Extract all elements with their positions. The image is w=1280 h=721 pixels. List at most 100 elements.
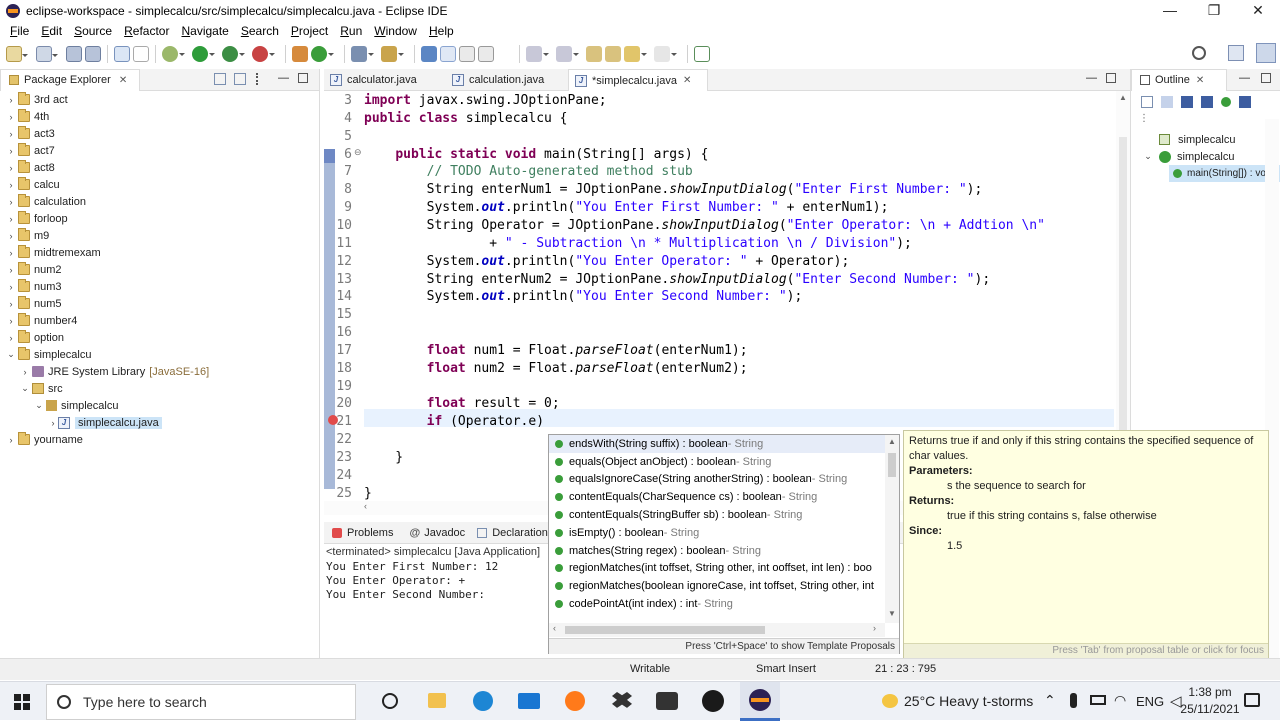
view-menu-icon[interactable]: ⋮ <box>1131 113 1280 131</box>
tree-item[interactable]: › midtremexam <box>0 244 319 261</box>
tree-item[interactable]: ⌄ src <box>0 380 319 397</box>
hide-nonpublic-icon[interactable] <box>1221 97 1231 107</box>
obs-icon[interactable] <box>702 690 724 712</box>
hide-static-icon[interactable] <box>1201 96 1213 108</box>
terminal-icon[interactable] <box>114 46 130 62</box>
taskbar-search-box[interactable]: Type here to search <box>46 684 356 720</box>
search-icon[interactable] <box>1192 46 1206 60</box>
menu-window[interactable]: Window <box>374 24 417 38</box>
battery-icon[interactable] <box>1090 695 1106 705</box>
code-line[interactable]: 19 <box>324 378 1114 396</box>
dropbox-icon[interactable] <box>612 692 632 708</box>
expand-arrow-icon[interactable]: › <box>6 435 16 445</box>
run-icon[interactable] <box>192 46 215 62</box>
code-line[interactable]: 12 System.out.println("You Enter Operato… <box>324 253 1114 271</box>
tree-item[interactable]: › num5 <box>0 295 319 312</box>
expand-arrow-icon[interactable]: ⌄ <box>1143 151 1153 162</box>
new-icon[interactable] <box>6 46 28 62</box>
microphone-icon[interactable] <box>1070 693 1077 708</box>
collapse-all-icon[interactable] <box>214 73 226 85</box>
maximize-view-icon[interactable] <box>298 73 308 83</box>
menu-project[interactable]: Project <box>291 24 328 38</box>
tree-item[interactable]: › act8 <box>0 159 319 176</box>
chevron-up-icon[interactable]: ⌃ <box>1044 692 1056 709</box>
proposal-item[interactable]: regionMatches(int toffset, String other,… <box>549 560 885 578</box>
code-line[interactable]: 21 if (Operator.e) <box>324 413 1114 431</box>
clock-date[interactable]: 25/11/2021 <box>1176 702 1244 716</box>
expand-arrow-icon[interactable]: › <box>6 163 16 173</box>
hide-fields-icon[interactable] <box>1181 96 1193 108</box>
tab-calculator[interactable]: J calculator.java <box>324 69 444 91</box>
tab-simplecalcu[interactable]: J *simplecalcu.java ✕ <box>568 69 708 91</box>
scroll-right-icon[interactable]: › <box>873 623 876 633</box>
toggle-mark-icon[interactable] <box>421 46 437 62</box>
maximize-view-icon[interactable] <box>1261 73 1271 83</box>
code-line[interactable]: 13 String enterNum2 = JOptionPane.showIn… <box>324 271 1114 289</box>
proposal-item[interactable]: contentEquals(CharSequence cs) : boolean… <box>549 488 885 506</box>
close-tab-icon[interactable]: ✕ <box>683 75 691 86</box>
menu-source[interactable]: Source <box>74 24 112 38</box>
maximize-editor-icon[interactable] <box>1106 73 1116 83</box>
scroll-thumb[interactable] <box>565 626 765 634</box>
package-explorer-tab[interactable]: Package Explorer ✕ <box>0 68 140 91</box>
clock-time[interactable]: 1:38 pm <box>1180 685 1240 699</box>
expand-arrow-icon[interactable]: › <box>48 418 58 428</box>
weather-icon[interactable] <box>882 694 898 708</box>
proposal-item[interactable]: equals(Object anObject) : boolean - Stri… <box>549 453 885 471</box>
outline-item-class[interactable]: ⌄ simplecalcu <box>1131 148 1280 165</box>
expand-arrow-icon[interactable]: › <box>6 248 16 258</box>
menu-search[interactable]: Search <box>241 24 279 38</box>
close-button[interactable]: ✕ <box>1236 0 1280 22</box>
expand-arrow-icon[interactable]: › <box>6 129 16 139</box>
minimize-view-icon[interactable]: — <box>278 72 289 84</box>
expand-arrow-icon[interactable]: › <box>6 265 16 275</box>
tab-javadoc[interactable]: @ Javadoc <box>401 527 473 539</box>
expand-arrow-icon[interactable]: › <box>6 197 16 207</box>
menu-run[interactable]: Run <box>340 24 362 38</box>
tree-item[interactable]: › yourname <box>0 431 319 448</box>
tree-item[interactable]: › calcu <box>0 176 319 193</box>
expand-arrow-icon[interactable]: ⌄ <box>34 400 44 411</box>
javadoc-hover[interactable]: Returns true if and only if this string … <box>903 430 1269 659</box>
code-line[interactable]: 7 // TODO Auto-generated method stub <box>324 163 1114 181</box>
link-editor-icon[interactable] <box>234 73 246 85</box>
expand-arrow-icon[interactable]: ⌄ <box>6 349 16 360</box>
code-line[interactable]: 9 System.out.println("You Enter First Nu… <box>324 199 1114 217</box>
outline-item-import[interactable]: simplecalcu <box>1131 131 1280 148</box>
expand-arrow-icon[interactable]: › <box>6 333 16 343</box>
language-indicator[interactable]: ENG <box>1136 694 1164 709</box>
skip-breakpoints-icon[interactable] <box>133 46 149 62</box>
tab-problems[interactable]: Problems <box>324 527 401 539</box>
code-line[interactable]: 14 System.out.println("You Enter Second … <box>324 288 1114 306</box>
tree-item[interactable]: › number4 <box>0 312 319 329</box>
scroll-left-icon[interactable]: ‹ <box>553 623 556 633</box>
close-icon[interactable]: ✕ <box>119 75 127 86</box>
windows-start-icon[interactable] <box>14 694 30 710</box>
weather-text[interactable]: 25°C Heavy t-storms <box>904 693 1033 709</box>
wifi-icon[interactable]: ◠ <box>1114 692 1126 709</box>
open-icon[interactable] <box>36 46 58 62</box>
next-annotation-icon[interactable] <box>526 46 549 62</box>
scroll-up-icon[interactable]: ▲ <box>888 437 896 446</box>
last-edit-icon[interactable] <box>586 46 602 62</box>
open-type-icon[interactable] <box>351 46 374 62</box>
block-select-icon[interactable] <box>459 46 475 62</box>
scroll-up-icon[interactable]: ▲ <box>1119 93 1127 102</box>
prev-annotation-icon[interactable] <box>556 46 579 62</box>
tree-item[interactable]: › num2 <box>0 261 319 278</box>
tree-item[interactable]: › calculation <box>0 193 319 210</box>
tree-item[interactable]: › m9 <box>0 227 319 244</box>
expand-arrow-icon[interactable]: › <box>6 95 16 105</box>
code-line[interactable]: 5 <box>324 128 1114 146</box>
pilcrow-icon[interactable] <box>497 46 513 62</box>
back-icon[interactable] <box>624 46 647 62</box>
code-line[interactable]: 15 <box>324 306 1114 324</box>
expand-arrow-icon[interactable]: › <box>6 146 16 156</box>
code-line[interactable]: 4 public class simplecalcu { <box>324 110 1114 128</box>
code-line[interactable]: 20 float result = 0; <box>324 395 1114 413</box>
open-perspective-icon[interactable] <box>1228 45 1244 61</box>
code-line[interactable]: 8 String enterNum1 = JOptionPane.showInp… <box>324 181 1114 199</box>
hide-local-types-icon[interactable] <box>1239 96 1251 108</box>
code-line[interactable]: 3 import javax.swing.JOptionPane; <box>324 92 1114 110</box>
expand-arrow-icon[interactable]: › <box>6 299 16 309</box>
